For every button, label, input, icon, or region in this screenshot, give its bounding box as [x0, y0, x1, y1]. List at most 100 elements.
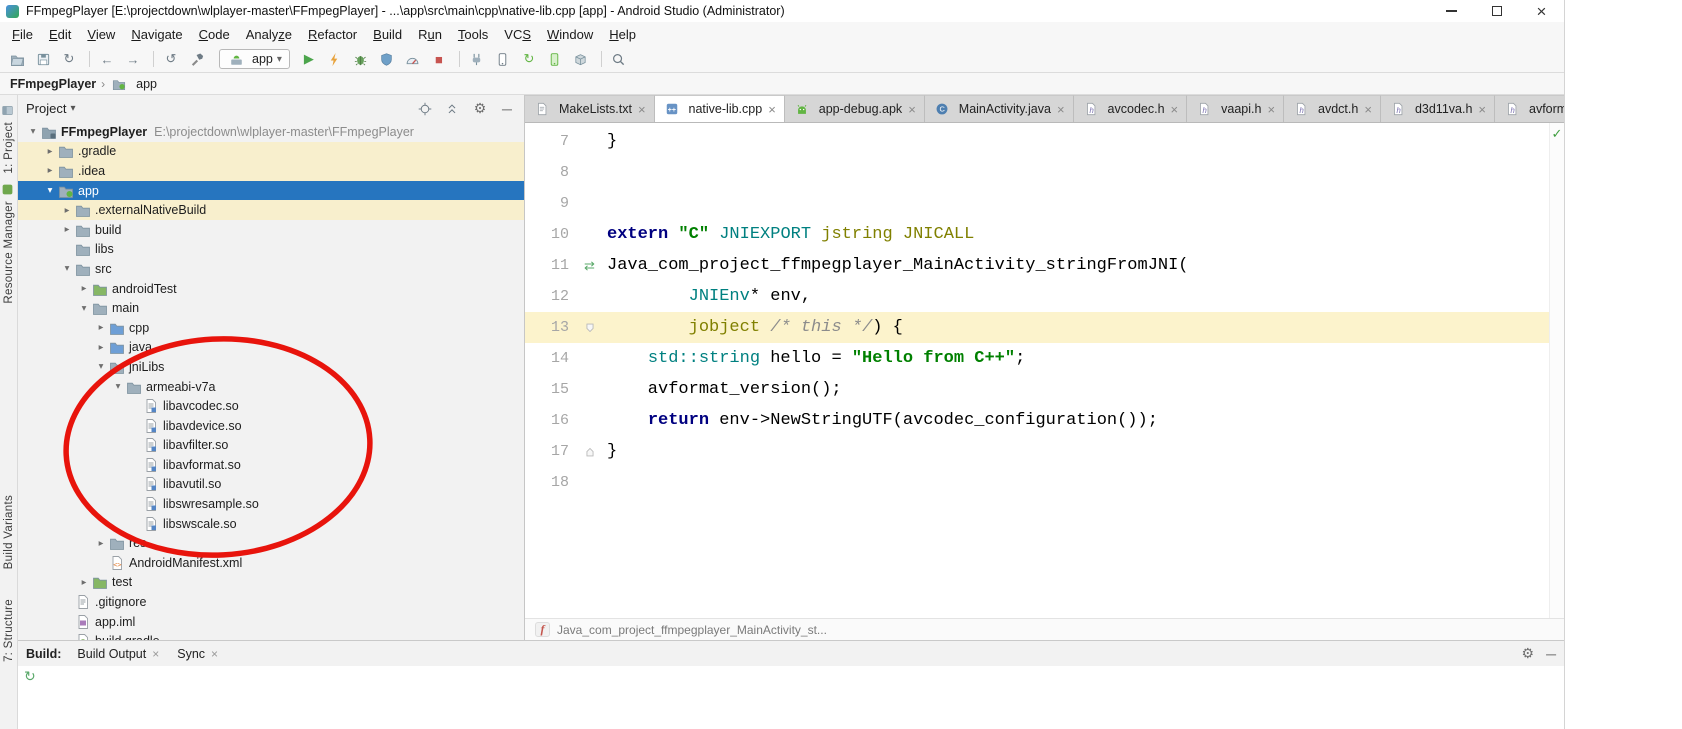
run-with-coverage-button[interactable]	[376, 48, 401, 71]
code-line-17[interactable]: 17}	[525, 436, 1549, 467]
tree-item-libavcodec-so[interactable]: libavcodec.so	[18, 396, 524, 416]
menu-tools[interactable]: Tools	[450, 27, 496, 42]
tree-item-res[interactable]: ▸res	[18, 533, 524, 553]
code-editor[interactable]: 7}8910extern "C" JNIEXPORT jstring JNICA…	[525, 123, 1549, 618]
editor-tab-avdct-h[interactable]: havdct.h×	[1284, 95, 1381, 122]
menu-file[interactable]: File	[4, 27, 41, 42]
tree-item-gradle[interactable]: ▸.gradle	[18, 142, 524, 162]
tree-item-libswscale-so[interactable]: libswscale.so	[18, 514, 524, 534]
code-line-15[interactable]: 15 avformat_version();	[525, 374, 1549, 405]
tab-close-icon[interactable]: ×	[1057, 102, 1065, 117]
tree-item-androidmanifest-xml[interactable]: <>AndroidManifest.xml	[18, 553, 524, 573]
tree-item-build[interactable]: ▸build	[18, 220, 524, 240]
debug-button[interactable]	[350, 48, 375, 71]
tree-item-jnilibs[interactable]: ▾jniLibs	[18, 357, 524, 377]
sdk-manager-button[interactable]	[570, 48, 595, 71]
tree-item-libavdevice-so[interactable]: libavdevice.so	[18, 416, 524, 436]
breadcrumb-app[interactable]: app	[136, 77, 157, 91]
tree-item-libavformat-so[interactable]: libavformat.so	[18, 455, 524, 475]
build-project-button[interactable]	[186, 48, 211, 71]
hide-build-panel-button[interactable]: ─	[1546, 646, 1556, 662]
run-button[interactable]: ▶	[298, 48, 323, 71]
editor-tab-mainactivity-java[interactable]: CMainActivity.java×	[925, 95, 1074, 122]
panel-settings-button[interactable]: ⚙	[471, 100, 489, 118]
expand-arrow-icon[interactable]: ▸	[77, 283, 91, 294]
menu-run[interactable]: Run	[410, 27, 450, 42]
sync-project-with-gradle-button[interactable]: ↻	[518, 48, 543, 71]
editor-tab-avformat-h[interactable]: havformat.h×	[1495, 95, 1564, 122]
collapse-arrow-icon[interactable]: ▾	[43, 185, 57, 196]
tree-item-armeabi-v7a[interactable]: ▾armeabi-v7a	[18, 377, 524, 397]
tree-item-test[interactable]: ▸test	[18, 573, 524, 593]
build-tab-sync[interactable]: Sync×	[177, 647, 218, 661]
tab-close-icon[interactable]: ×	[908, 102, 916, 117]
tab-close-icon[interactable]: ×	[1364, 102, 1372, 117]
recent-files-button[interactable]: ↺	[160, 48, 185, 71]
editor-tab-makelists-txt[interactable]: MakeLists.txt×	[525, 95, 655, 122]
code-line-8[interactable]: 8	[525, 157, 1549, 188]
menu-vcs[interactable]: VCS	[496, 27, 539, 42]
editor-tab-app-debug-apk[interactable]: app-debug.apk×	[785, 95, 925, 122]
stop-button[interactable]: ■	[428, 48, 453, 71]
collapse-arrow-icon[interactable]: ▾	[26, 126, 40, 137]
build-settings-button[interactable]: ⚙	[1522, 645, 1535, 662]
attach-debugger-button[interactable]	[466, 48, 491, 71]
synchronize-button[interactable]: ↻	[58, 48, 83, 71]
tree-item-gitignore[interactable]: .gitignore	[18, 592, 524, 612]
search-everywhere-button[interactable]	[608, 48, 633, 71]
code-line-13[interactable]: 13 jobject /* this */) {	[525, 312, 1549, 343]
tab-close-icon[interactable]: ×	[1171, 102, 1179, 117]
tree-item-app-iml[interactable]: app.iml	[18, 612, 524, 632]
tree-item-libswresample-so[interactable]: libswresample.so	[18, 494, 524, 514]
tree-item-ffmpegplayer[interactable]: ▾FFmpegPlayerE:\projectdown\wlplayer-mas…	[18, 122, 524, 142]
tab-close-icon[interactable]: ×	[211, 647, 218, 661]
expand-arrow-icon[interactable]: ▸	[94, 342, 108, 353]
expand-arrow-icon[interactable]: ▸	[94, 538, 108, 549]
code-line-10[interactable]: 10extern "C" JNIEXPORT jstring JNICALL	[525, 219, 1549, 250]
function-breadcrumb[interactable]: Java_com_project_ffmpegplayer_MainActivi…	[557, 623, 827, 637]
tree-item-src[interactable]: ▾src	[18, 259, 524, 279]
tool-window-button-1-project[interactable]: 1: Project	[0, 104, 17, 174]
code-line-7[interactable]: 7}	[525, 126, 1549, 157]
apply-changes-button[interactable]	[324, 48, 349, 71]
tab-close-icon[interactable]: ×	[638, 102, 646, 117]
tool-window-button-build-variants[interactable]: Build Variants	[3, 495, 15, 569]
collapse-arrow-icon[interactable]: ▾	[60, 263, 74, 274]
menu-help[interactable]: Help	[601, 27, 644, 42]
tree-item-libs[interactable]: libs	[18, 240, 524, 260]
editor-tab-d3d11va-h[interactable]: hd3d11va.h×	[1381, 95, 1495, 122]
back-button[interactable]: ←	[96, 48, 121, 71]
menu-edit[interactable]: Edit	[41, 27, 79, 42]
menu-code[interactable]: Code	[191, 27, 238, 42]
tree-item-cpp[interactable]: ▸cpp	[18, 318, 524, 338]
tree-item-externalnativebuild[interactable]: ▸.externalNativeBuild	[18, 200, 524, 220]
avd-manager-button[interactable]	[544, 48, 569, 71]
collapse-arrow-icon[interactable]: ▾	[111, 381, 125, 392]
maximize-button[interactable]	[1474, 0, 1519, 22]
run-configuration-select[interactable]: app▾	[219, 49, 290, 69]
code-line-12[interactable]: 12 JNIEnv* env,	[525, 281, 1549, 312]
tree-item-idea[interactable]: ▸.idea	[18, 161, 524, 181]
code-line-11[interactable]: 11⇄Java_com_project_ffmpegplayer_MainAct…	[525, 250, 1549, 281]
expand-arrow-icon[interactable]: ▸	[60, 224, 74, 235]
project-view-selector[interactable]: Project ▾	[26, 101, 76, 116]
tree-item-libavutil-so[interactable]: libavutil.so	[18, 475, 524, 495]
code-line-14[interactable]: 14 std::string hello = "Hello from C++";	[525, 343, 1549, 374]
close-button[interactable]: ×	[1519, 0, 1564, 22]
breadcrumb-project[interactable]: FFmpegPlayer	[10, 77, 96, 91]
device-manager-button[interactable]	[492, 48, 517, 71]
minimize-button[interactable]	[1429, 0, 1474, 22]
code-line-18[interactable]: 18	[525, 467, 1549, 498]
hide-panel-button[interactable]: ─	[498, 100, 516, 118]
tab-close-icon[interactable]: ×	[768, 102, 776, 117]
forward-button[interactable]: →	[122, 48, 147, 71]
tab-close-icon[interactable]: ×	[152, 647, 159, 661]
expand-arrow-icon[interactable]: ▸	[77, 577, 91, 588]
collapse-arrow-icon[interactable]: ▾	[94, 361, 108, 372]
code-line-9[interactable]: 9	[525, 188, 1549, 219]
expand-arrow-icon[interactable]: ▸	[43, 165, 57, 176]
editor-tab-vaapi-h[interactable]: hvaapi.h×	[1187, 95, 1284, 122]
menu-view[interactable]: View	[79, 27, 123, 42]
locate-file-button[interactable]	[417, 100, 435, 118]
tree-item-app[interactable]: ▾app	[18, 181, 524, 201]
